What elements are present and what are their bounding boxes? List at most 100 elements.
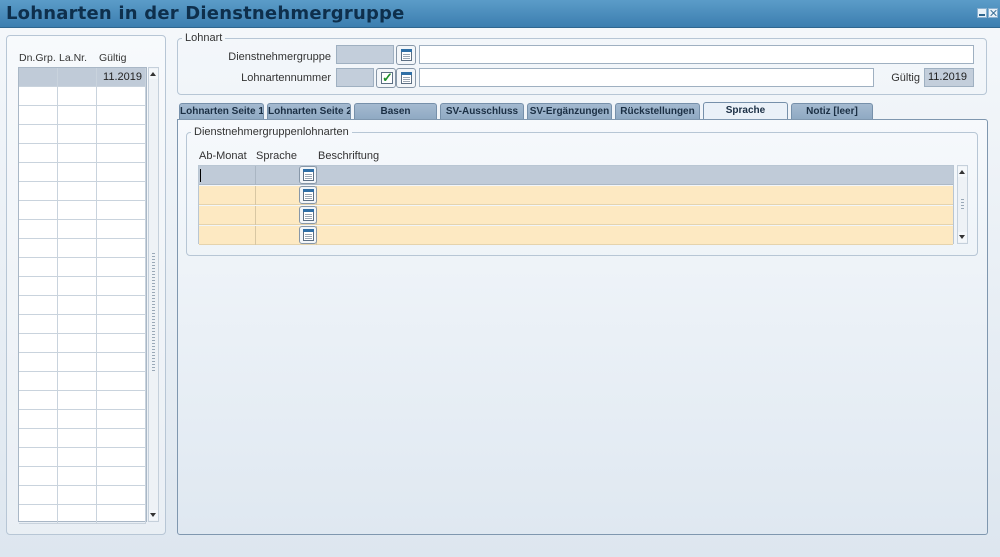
list-cell-lanr <box>58 87 97 105</box>
scroll-down-icon[interactable] <box>149 510 158 520</box>
list-item[interactable] <box>19 144 146 163</box>
gueltig-field[interactable]: 11.2019 <box>924 68 974 87</box>
left-list-scrollbar[interactable] <box>148 67 159 522</box>
tab-lohnarten-seite-1[interactable]: Lohnarten Seite 1 <box>179 103 264 120</box>
list-item[interactable]: 11.2019 <box>19 68 146 87</box>
list-cell-lanr <box>58 315 97 333</box>
scroll-up-icon[interactable] <box>958 167 967 177</box>
cell-beschriftung[interactable] <box>317 206 953 225</box>
dienstnehmergruppe-lookup-button[interactable] <box>396 45 416 65</box>
list-item[interactable] <box>19 315 146 334</box>
sprache-grid-scrollbar[interactable] <box>957 165 968 244</box>
scroll-grip[interactable] <box>152 253 155 373</box>
tab-notiz-leer[interactable]: Notiz [leer] <box>791 103 873 120</box>
tab-sv-ausschluss[interactable]: SV-Ausschluss <box>440 103 524 120</box>
list-cell-dngrp <box>19 182 58 200</box>
list-item[interactable] <box>19 448 146 467</box>
table-row[interactable] <box>199 226 953 245</box>
close-icon[interactable] <box>988 8 998 18</box>
tab-sv-ergänzungen[interactable]: SV-Ergänzungen <box>527 103 612 120</box>
column-header-lanr: La.Nr. <box>59 52 88 64</box>
list-cell-lanr <box>58 334 97 352</box>
list-cell-gueltig <box>97 334 146 352</box>
list-cell-dngrp <box>19 277 58 295</box>
dienstnehmergruppe-text-field[interactable] <box>419 45 974 64</box>
list-item[interactable] <box>19 277 146 296</box>
tab-lohnarten-seite-2[interactable]: Lohnarten Seite 2 <box>267 103 351 120</box>
dienstnehmergruppe-code-field[interactable] <box>336 45 394 64</box>
list-item[interactable] <box>19 429 146 448</box>
list-cell-gueltig <box>97 296 146 314</box>
lohnartennummer-code-field[interactable] <box>336 68 374 87</box>
list-cell-lanr <box>58 505 97 523</box>
list-item[interactable] <box>19 258 146 277</box>
list-item[interactable] <box>19 353 146 372</box>
list-cell-lanr <box>58 220 97 238</box>
cell-ab-monat[interactable] <box>199 226 256 245</box>
list-cell-lanr <box>58 410 97 428</box>
cell-beschriftung[interactable] <box>317 166 953 185</box>
lohnartennummer-label: Lohnartennummer <box>241 72 331 84</box>
cell-ab-monat[interactable] <box>199 186 256 205</box>
list-cell-gueltig <box>97 353 146 371</box>
column-header-sprache: Sprache <box>256 150 297 162</box>
list-cell-dngrp <box>19 220 58 238</box>
list-item[interactable] <box>19 391 146 410</box>
list-item[interactable] <box>19 334 146 353</box>
lohnartennummer-check-button[interactable] <box>376 68 396 88</box>
list-cell-gueltig <box>97 87 146 105</box>
table-row[interactable] <box>199 166 953 185</box>
table-row[interactable] <box>199 186 953 205</box>
sprache-lookup-button[interactable] <box>299 226 317 244</box>
calendar-icon <box>303 229 314 241</box>
list-cell-dngrp <box>19 296 58 314</box>
list-item[interactable] <box>19 106 146 125</box>
list-item[interactable] <box>19 467 146 486</box>
list-cell-gueltig <box>97 106 146 124</box>
list-item[interactable] <box>19 372 146 391</box>
cell-ab-monat[interactable] <box>199 166 256 185</box>
lohnartennummer-text-field[interactable] <box>419 68 874 87</box>
scroll-grip[interactable] <box>961 199 964 211</box>
list-cell-lanr <box>58 163 97 181</box>
sprache-lookup-button[interactable] <box>299 166 317 184</box>
list-cell-dngrp <box>19 429 58 447</box>
list-cell-lanr <box>58 68 97 86</box>
dienstnehmergruppe-label: Dienstnehmergruppe <box>228 51 331 63</box>
list-cell-lanr <box>58 125 97 143</box>
left-list-grid[interactable]: 11.2019 <box>18 67 147 524</box>
list-cell-lanr <box>58 144 97 162</box>
scroll-up-icon[interactable] <box>149 69 158 79</box>
cell-ab-monat[interactable] <box>199 206 256 225</box>
calendar-icon <box>401 49 412 61</box>
list-item[interactable] <box>19 410 146 429</box>
cell-beschriftung[interactable] <box>317 186 953 205</box>
lohnartennummer-lookup-button[interactable] <box>396 68 416 88</box>
list-item[interactable] <box>19 125 146 144</box>
sprache-grid[interactable] <box>198 165 954 245</box>
list-item[interactable] <box>19 239 146 258</box>
list-item[interactable] <box>19 505 146 524</box>
list-item[interactable] <box>19 87 146 106</box>
sprache-lookup-button[interactable] <box>299 186 317 204</box>
sprache-lookup-button[interactable] <box>299 206 317 224</box>
tab-basen[interactable]: Basen <box>354 103 437 120</box>
table-row[interactable] <box>199 206 953 225</box>
list-cell-gueltig <box>97 239 146 257</box>
list-cell-dngrp <box>19 144 58 162</box>
tab-sprache[interactable]: Sprache <box>703 102 788 120</box>
list-cell-gueltig <box>97 429 146 447</box>
list-item[interactable] <box>19 486 146 505</box>
list-item[interactable] <box>19 182 146 201</box>
list-cell-lanr <box>58 239 97 257</box>
scroll-down-icon[interactable] <box>958 232 967 242</box>
list-item[interactable] <box>19 220 146 239</box>
list-item[interactable] <box>19 201 146 220</box>
list-cell-gueltig <box>97 410 146 428</box>
minimize-icon[interactable] <box>977 8 987 18</box>
cell-beschriftung[interactable] <box>317 226 953 245</box>
calendar-icon <box>303 189 314 201</box>
tab-rückstellungen[interactable]: Rückstellungen <box>615 103 700 120</box>
list-item[interactable] <box>19 163 146 182</box>
list-item[interactable] <box>19 296 146 315</box>
